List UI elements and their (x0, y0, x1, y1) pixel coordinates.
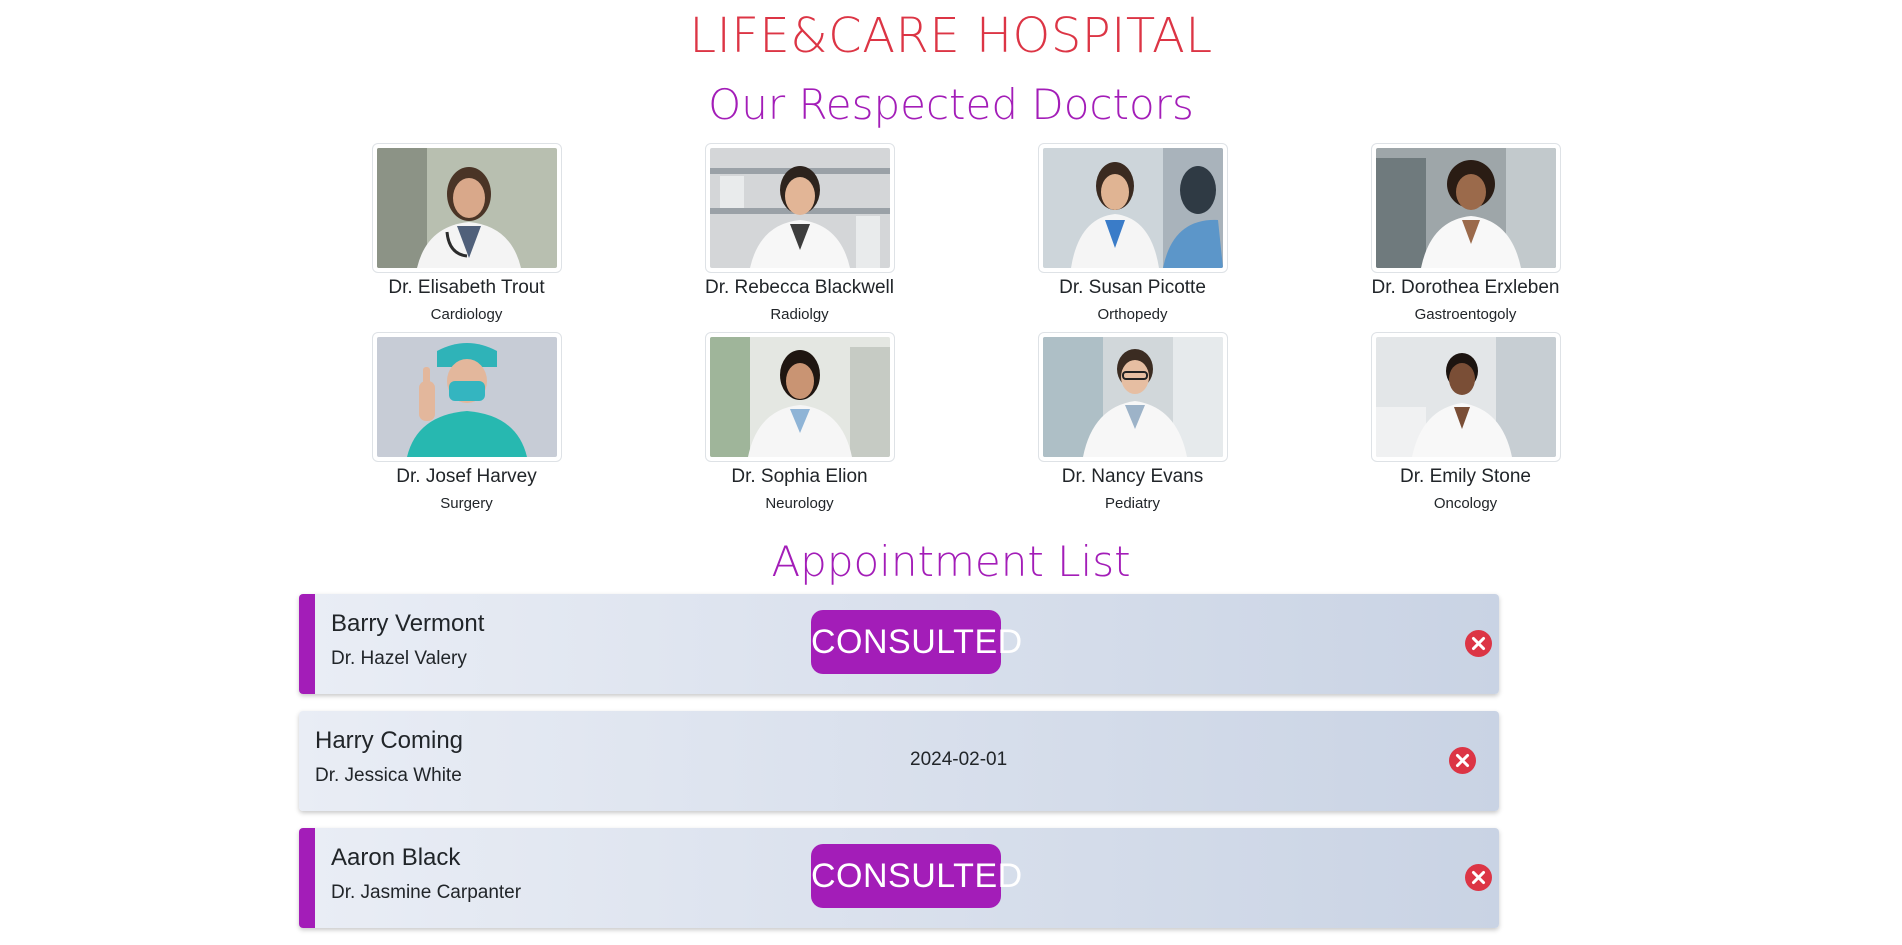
doctor-card[interactable]: Dr. Sophia Elion Neurology (633, 332, 966, 515)
female-doctor-portrait (709, 337, 890, 457)
appointments-section-title: Appointment List (771, 537, 1131, 586)
doctor-name: Dr. Susan Picotte (1059, 277, 1206, 298)
surgeon-thumbs-up-portrait (376, 337, 557, 457)
doctor-name: Dr. Emily Stone (1400, 466, 1531, 487)
appointment-card[interactable]: Aaron Black Dr. Jasmine Carpanter 01 CON… (299, 828, 1499, 928)
doctor-photo (1370, 143, 1561, 273)
doctor-name: Dr. Elisabeth Trout (388, 277, 545, 298)
female-doctor-portrait (709, 148, 890, 268)
doctor-specialty: Radiolgy (770, 306, 829, 323)
doctor-photo (371, 332, 562, 462)
appointment-doctor: Dr. Jessica White (315, 765, 462, 786)
consulted-badge: CONSULTED (811, 844, 1022, 908)
doctor-specialty: Neurology (765, 495, 834, 512)
female-doctor-portrait (1375, 148, 1556, 268)
doctor-specialty: Oncology (1433, 495, 1498, 512)
doctor-name: Dr. Nancy Evans (1061, 466, 1204, 487)
female-doctor-portrait (1042, 148, 1223, 268)
doctor-photo (1037, 143, 1228, 273)
doctor-name: Dr. Josef Harvey (396, 466, 537, 487)
appointment-list: Barry Vermont Dr. Hazel Valery 01 CONSUL… (299, 594, 1499, 945)
doctor-photo (371, 143, 562, 273)
appointment-doctor: Dr. Jasmine Carpanter (331, 882, 522, 903)
patient-name: Harry Coming (315, 727, 464, 754)
female-doctor-portrait (1042, 337, 1223, 457)
doctor-card[interactable]: Dr. Emily Stone Oncology (1299, 332, 1632, 515)
appointment-date: 2024-02-01 (910, 749, 1008, 770)
doctors-section-title: Our Respected Doctors (708, 80, 1194, 129)
doctor-card[interactable]: Dr. Rebecca Blackwell Radiolgy (633, 143, 966, 326)
doctor-grid: Dr. Elisabeth Trout Cardiology Dr. Rebec… (300, 143, 1632, 515)
doctor-card[interactable]: Dr. Elisabeth Trout Cardiology (300, 143, 633, 326)
hospital-title: LIFE&CARE HOSPITAL (689, 8, 1213, 64)
doctor-photo (1037, 332, 1228, 462)
doctor-specialty: Pediatry (1104, 495, 1161, 512)
doctor-specialty: Gastroentogoly (1414, 306, 1517, 323)
doctor-card[interactable]: Dr. Dorothea Erxleben Gastroentogoly (1299, 143, 1632, 326)
doctor-specialty: Cardiology (430, 306, 503, 323)
doctor-card[interactable]: Dr. Nancy Evans Pediatry (966, 332, 1299, 515)
doctor-name: Dr. Sophia Elion (731, 466, 868, 487)
patient-name: Aaron Black (331, 844, 461, 871)
patient-name: Barry Vermont (331, 610, 485, 637)
doctor-specialty: Surgery (440, 495, 493, 512)
close-circle-icon[interactable] (1465, 864, 1492, 891)
appointment-doctor: Dr. Hazel Valery (331, 648, 467, 669)
appointment-card[interactable]: Barry Vermont Dr. Hazel Valery 01 CONSUL… (299, 594, 1499, 694)
female-doctor-portrait (1375, 337, 1556, 457)
doctor-card[interactable]: Dr. Susan Picotte Orthopedy (966, 143, 1299, 326)
doctor-name: Dr. Dorothea Erxleben (1371, 277, 1560, 298)
doctor-name: Dr. Rebecca Blackwell (704, 277, 895, 298)
doctor-photo (704, 332, 895, 462)
consulted-badge: CONSULTED (811, 610, 1022, 674)
appointment-card[interactable]: Harry Coming Dr. Jessica White 2024-02-0… (299, 711, 1499, 811)
close-circle-icon[interactable] (1449, 747, 1476, 774)
doctor-card[interactable]: Dr. Josef Harvey Surgery (300, 332, 633, 515)
doctor-photo (704, 143, 895, 273)
doctor-specialty: Orthopedy (1097, 306, 1168, 323)
close-circle-icon[interactable] (1465, 630, 1492, 657)
doctor-photo (1370, 332, 1561, 462)
female-doctor-portrait (376, 148, 557, 268)
